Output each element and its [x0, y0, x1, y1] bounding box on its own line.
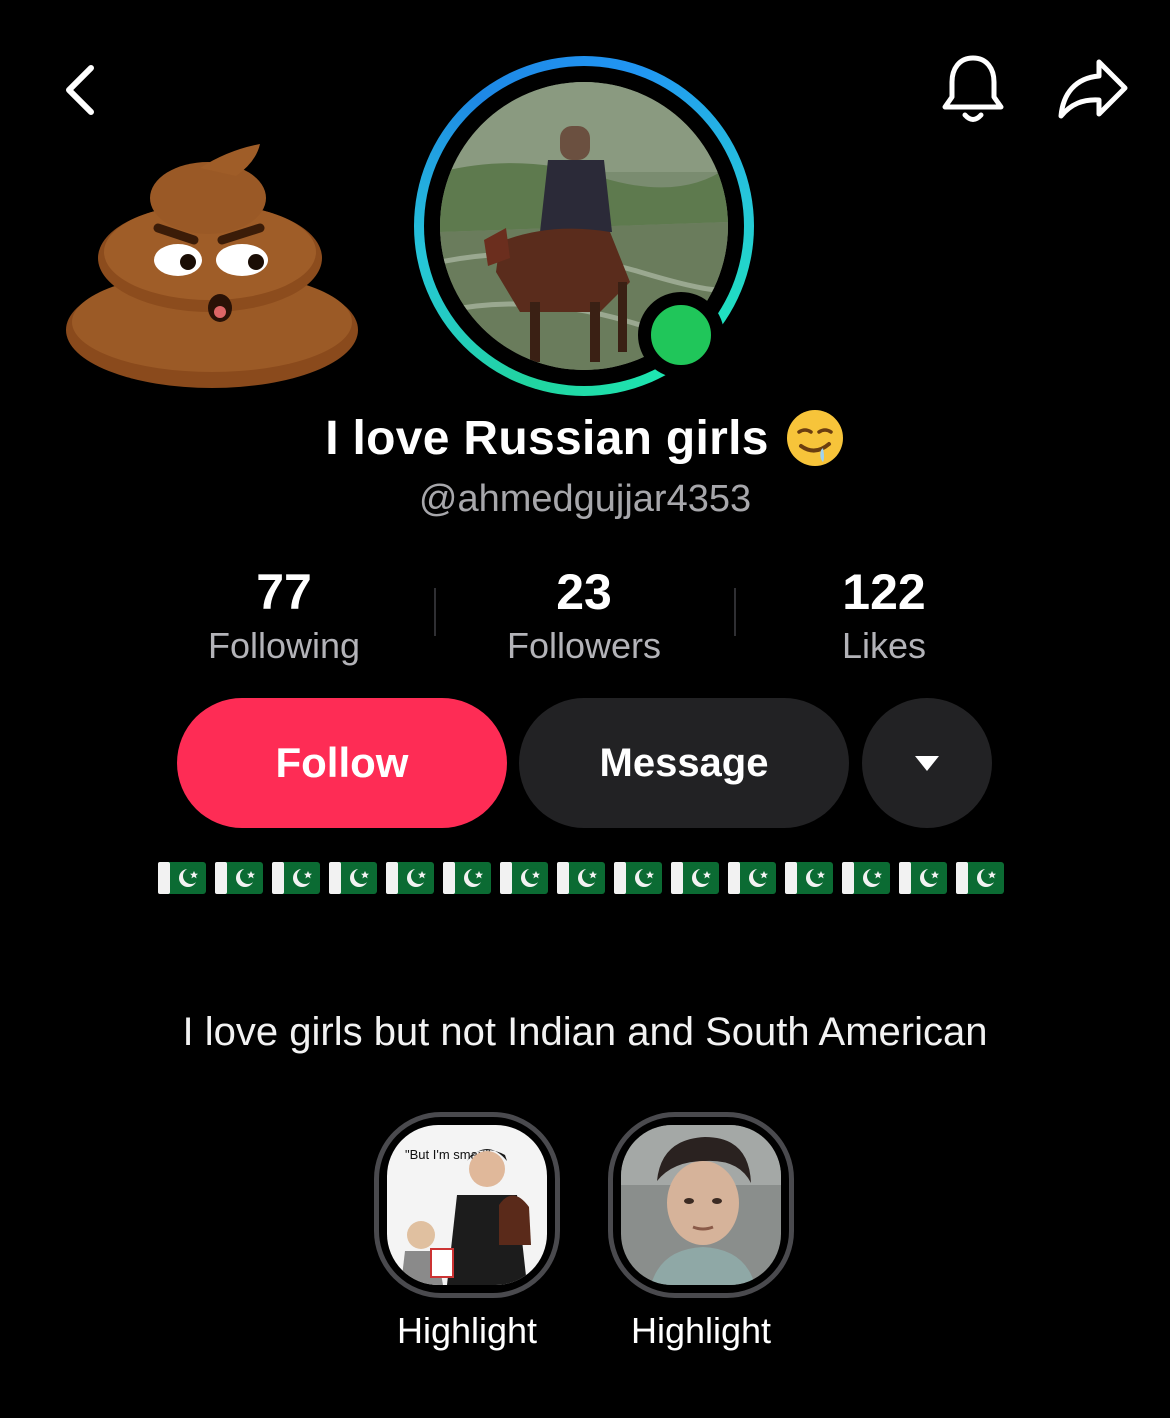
username: @ahmedgujjar4353	[418, 478, 752, 520]
pakistan-flag-icon	[215, 862, 263, 894]
pakistan-flag-icon	[557, 862, 605, 894]
pakistan-flag-icon	[329, 862, 377, 894]
highlight-ring: "But I'm smart"	[374, 1112, 560, 1298]
flag-emoji-row	[158, 860, 1018, 900]
message-button[interactable]: Message	[519, 698, 849, 828]
pakistan-flag-icon	[500, 862, 548, 894]
highlight-ring	[608, 1112, 794, 1298]
share-button[interactable]	[1048, 48, 1138, 130]
pakistan-flag-icon	[842, 862, 890, 894]
stat-label: Following	[207, 625, 361, 666]
stat-following[interactable]: 77 Following	[134, 562, 434, 668]
highlight-item[interactable]: "But I'm smart" Highlight	[372, 1112, 562, 1352]
highlight-cover: "But I'm smart"	[387, 1125, 547, 1285]
stat-label: Followers	[506, 625, 662, 666]
stat-label: Likes	[841, 625, 927, 666]
share-arrow-icon	[1058, 59, 1128, 119]
profile-screen: I love Russian girls @ahmedgujjar4353 77…	[0, 0, 1170, 1418]
pakistan-flag-icon	[386, 862, 434, 894]
pakistan-flag-icon	[785, 862, 833, 894]
display-name: I love Russian girls	[0, 408, 1170, 468]
online-status-dot	[638, 292, 724, 378]
pakistan-flag-icon	[614, 862, 662, 894]
caret-down-icon	[915, 756, 939, 771]
pakistan-flag-icon	[671, 862, 719, 894]
highlight-item[interactable]: Highlight	[606, 1112, 796, 1352]
pakistan-flag-icon	[272, 862, 320, 894]
bell-icon	[942, 55, 1004, 122]
stat-followers[interactable]: 23 Followers	[434, 562, 734, 668]
stat-value: 122	[842, 564, 926, 620]
stat-value: 77	[256, 564, 312, 620]
pakistan-flag-icon	[899, 862, 947, 894]
stat-value: 23	[556, 564, 612, 620]
back-button[interactable]	[40, 50, 120, 130]
notification-bell-button[interactable]	[932, 48, 1014, 130]
highlight-label: Highlight	[630, 1310, 772, 1351]
highlight-cover-image	[621, 1125, 781, 1285]
stat-likes[interactable]: 122 Likes	[734, 562, 1034, 668]
pakistan-flag-icon	[956, 862, 1004, 894]
pakistan-flag-icon	[158, 862, 206, 894]
follow-button[interactable]: Follow	[177, 698, 507, 828]
pakistan-flag-icon	[728, 862, 776, 894]
chevron-left-icon	[66, 65, 94, 115]
highlight-label: Highlight	[396, 1310, 538, 1351]
pakistan-flag-icon	[443, 862, 491, 894]
highlight-cover	[621, 1125, 781, 1285]
bio-text: I love girls but not Indian and South Am…	[182, 1010, 988, 1054]
angry-poop-sticker	[66, 144, 358, 388]
highlight-cover-image: "But I'm smart"	[387, 1125, 547, 1285]
more-options-button[interactable]	[862, 698, 992, 828]
drooling-face-icon	[786, 410, 843, 466]
display-name-text: I love Russian girls	[325, 411, 769, 465]
